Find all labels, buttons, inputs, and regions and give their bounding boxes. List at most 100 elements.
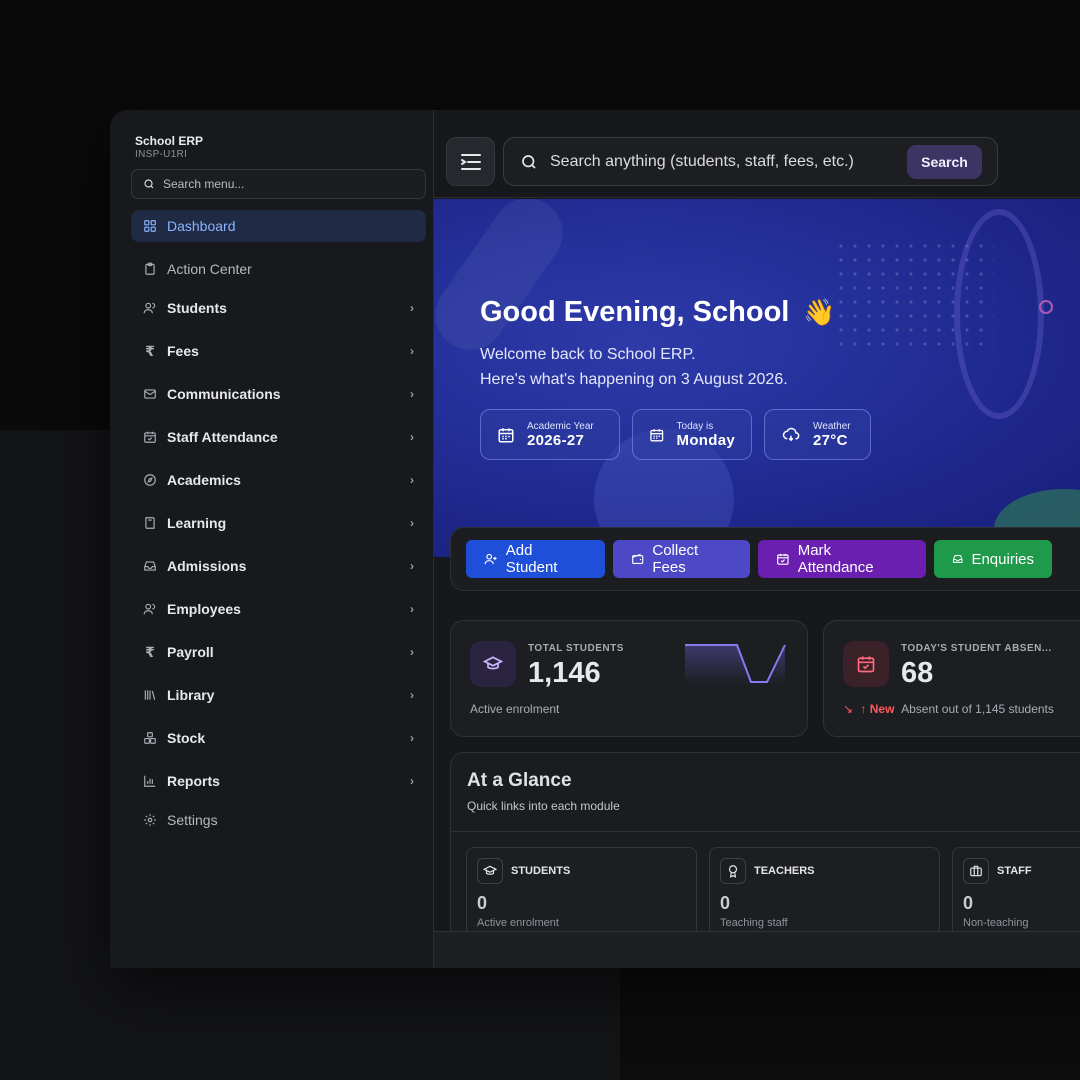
trend-down-icon: ↘ xyxy=(843,702,854,716)
glance-label: STUDENTS xyxy=(511,865,571,877)
glance-label: TEACHERS xyxy=(754,865,815,877)
bottom-bar xyxy=(434,931,1080,968)
sidebar-item-label: Settings xyxy=(167,812,218,828)
briefcase-icon xyxy=(963,858,989,884)
sidebar-item-admissions[interactable]: Admissions › xyxy=(131,550,426,582)
button-label: Mark Attendance xyxy=(797,542,874,576)
sidebar-item-communications[interactable]: Communications › xyxy=(131,378,426,410)
chevron-right-icon: › xyxy=(410,645,414,659)
sidebar-item-settings[interactable]: Settings xyxy=(131,804,426,836)
add-student-button[interactable]: Add Student xyxy=(466,540,605,578)
sidebar-item-staff-attendance[interactable]: Staff Attendance › xyxy=(131,421,426,453)
sidebar-item-reports[interactable]: Reports › xyxy=(131,765,426,797)
sidebar-item-label: Stock xyxy=(167,730,206,746)
student-absence-card[interactable]: TODAY'S STUDENT ABSEN... 68 ↘ ↑ New Abse… xyxy=(823,620,1080,737)
clipboard-icon xyxy=(143,262,157,276)
sparkline-chart xyxy=(685,644,786,685)
stat-value: 68 xyxy=(901,657,934,689)
sidebar-item-payroll[interactable]: ₹ Payroll › xyxy=(131,636,426,668)
academic-year-card: Academic Year 2026-27 xyxy=(480,409,620,460)
sidebar-item-action-center[interactable]: Action Center xyxy=(131,253,426,285)
card-value: 2026-27 xyxy=(527,431,585,449)
users-icon xyxy=(143,301,157,315)
sidebar-item-students[interactable]: Students › xyxy=(131,292,426,324)
global-search-input[interactable] xyxy=(550,152,900,171)
button-label: Add Student xyxy=(505,542,558,576)
absence-detail: Absent out of 1,145 students xyxy=(901,702,1054,716)
sidebar-item-label: Staff Attendance xyxy=(167,429,278,445)
panel-title: At a Glance xyxy=(467,770,572,791)
rupee-icon: ₹ xyxy=(145,643,155,660)
sidebar-item-library[interactable]: Library › xyxy=(131,679,426,711)
bar-chart-icon xyxy=(143,774,157,788)
total-students-card[interactable]: TOTAL STUDENTS 1,146 Active enrolment xyxy=(450,620,808,737)
date-line: Here's what's happening on 3 August 2026… xyxy=(480,371,788,388)
stat-value: 1,146 xyxy=(528,657,601,689)
sidebar-item-label: Admissions xyxy=(167,558,247,574)
glance-desc: Teaching staff xyxy=(720,917,788,929)
welcome-message: Welcome back to School ERP. Here's what'… xyxy=(480,342,788,392)
users-icon xyxy=(143,602,157,616)
search-button[interactable]: Search xyxy=(907,145,982,179)
app-window: School ERP INSP-U1RI Dashboard Action Ce… xyxy=(110,110,1080,968)
sidebar-search[interactable] xyxy=(131,169,426,199)
calendar-check-icon xyxy=(143,430,157,444)
chevron-right-icon: › xyxy=(410,344,414,358)
sidebar-item-stock[interactable]: Stock › xyxy=(131,722,426,754)
sidebar-item-learning[interactable]: Learning › xyxy=(131,507,426,539)
chevron-right-icon: › xyxy=(410,516,414,530)
chevron-right-icon: › xyxy=(410,473,414,487)
sidebar-search-input[interactable] xyxy=(163,177,403,191)
sidebar-item-fees[interactable]: ₹ Fees › xyxy=(131,335,426,367)
menu-icon xyxy=(460,153,481,170)
mark-attendance-button[interactable]: Mark Attendance xyxy=(758,540,926,578)
glance-value: 0 xyxy=(720,893,731,913)
greeting-heading: Good Evening, School 👋 xyxy=(480,296,836,329)
weather-card: Weather 27°C xyxy=(764,409,871,460)
button-label: Collect Fees xyxy=(652,542,699,576)
card-value: Monday xyxy=(676,431,735,449)
book-icon xyxy=(143,516,157,530)
menu-toggle-button[interactable] xyxy=(446,137,495,186)
brand-title: School ERP xyxy=(135,134,204,148)
sidebar-item-label: Employees xyxy=(167,601,241,617)
graduation-cap-icon xyxy=(477,858,503,884)
greeting-text: Good Evening, School xyxy=(480,296,790,328)
search-icon xyxy=(522,154,536,169)
chevron-right-icon: › xyxy=(410,559,414,573)
sidebar-item-employees[interactable]: Employees › xyxy=(131,593,426,625)
award-icon xyxy=(720,858,746,884)
trend-badge: ↑ New xyxy=(860,702,895,716)
stat-footer: Active enrolment xyxy=(470,702,560,716)
stat-footer: ↘ ↑ New Absent out of 1,145 students xyxy=(843,702,1054,716)
divider xyxy=(451,831,1080,832)
rupee-icon: ₹ xyxy=(145,342,155,359)
sidebar-item-label: Learning xyxy=(167,515,227,531)
compass-icon xyxy=(143,473,157,487)
sidebar-item-academics[interactable]: Academics › xyxy=(131,464,426,496)
gear-icon xyxy=(143,813,157,827)
calendar-icon xyxy=(650,428,664,441)
library-icon xyxy=(143,688,157,702)
sidebar: School ERP INSP-U1RI Dashboard Action Ce… xyxy=(110,110,434,968)
stat-caption: TODAY'S STUDENT ABSEN... xyxy=(901,643,1052,654)
collect-fees-button[interactable]: Collect Fees xyxy=(613,540,750,578)
calendar-check-icon xyxy=(843,641,889,687)
welcome-line: Welcome back to School ERP. xyxy=(480,346,696,363)
sidebar-item-label: Library xyxy=(167,687,215,703)
sidebar-item-dashboard[interactable]: Dashboard xyxy=(131,210,426,242)
global-search[interactable]: Search xyxy=(503,137,998,186)
user-plus-icon xyxy=(484,553,497,565)
calendar-icon xyxy=(498,427,514,442)
sidebar-item-label: Reports xyxy=(167,773,220,789)
brand: School ERP INSP-U1RI xyxy=(135,134,203,160)
hero-ring-decoration xyxy=(1039,300,1053,314)
enquiries-button[interactable]: Enquiries xyxy=(934,540,1052,578)
wave-icon: 👋 xyxy=(803,297,836,327)
sidebar-item-label: Fees xyxy=(167,343,199,359)
brand-code: INSP-U1RI xyxy=(135,149,188,160)
info-cards: Academic Year 2026-27 Today is Monday Weat… xyxy=(480,409,871,460)
graduation-cap-icon xyxy=(470,641,516,687)
sidebar-item-label: Academics xyxy=(167,472,241,488)
card-value: 27°C xyxy=(813,431,848,449)
